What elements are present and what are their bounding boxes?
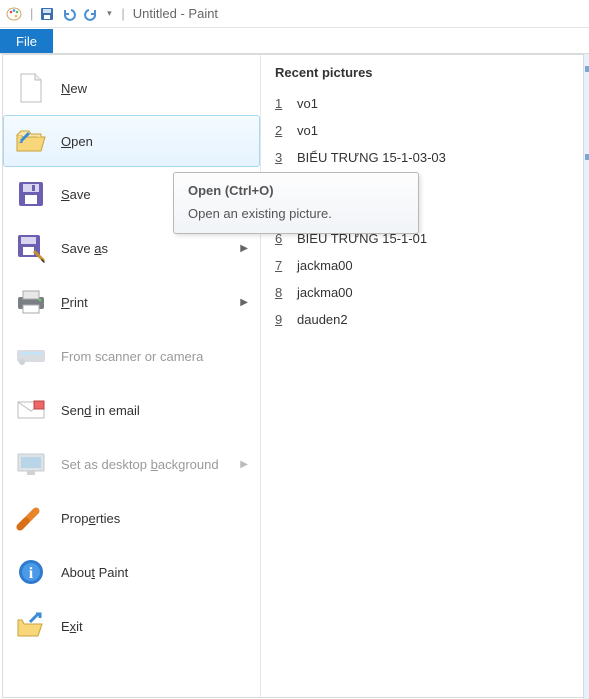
saveas-icon [15,232,47,264]
menu-print-label: Print [61,295,240,310]
qat-separator: | [30,6,33,21]
file-menu: New Open Save Save as ▶ Print [2,54,585,698]
menu-print[interactable]: Print ▶ [3,275,260,329]
recent-item[interactable]: 9dauden2 [275,306,570,333]
menu-about-label: About Paint [61,565,248,580]
ribbon-tab-row: File [0,28,589,54]
recent-item[interactable]: 2vo1 [275,117,570,144]
wallpaper-icon [15,448,47,480]
open-icon [15,125,47,157]
exit-icon [15,610,47,642]
properties-icon [15,502,47,534]
recent-item[interactable]: 3BIỂU TRƯNG 15-1-03-03 [275,144,570,171]
menu-scanner: From scanner or camera [3,329,260,383]
save-icon[interactable] [37,4,57,24]
menu-wallpaper: Set as desktop background ▶ [3,437,260,491]
about-icon: i [15,556,47,588]
menu-scanner-label: From scanner or camera [61,349,248,364]
menu-properties[interactable]: Properties [3,491,260,545]
chevron-right-icon: ▶ [240,243,248,254]
recent-item[interactable]: 7jackma00 [275,252,570,279]
chevron-right-icon: ▶ [240,297,248,308]
recent-header: Recent pictures [275,65,570,80]
file-tab[interactable]: File [0,29,53,53]
menu-open[interactable]: Open [3,115,260,167]
menu-wallpaper-label: Set as desktop background [61,457,240,472]
menu-exit[interactable]: Exit [3,599,260,653]
titlebar: | ▾ | Untitled - Paint [0,0,589,28]
menu-properties-label: Properties [61,511,248,526]
tooltip: Open (Ctrl+O) Open an existing picture. [173,172,419,234]
file-menu-right: Recent pictures 1vo1 2vo1 3BIỂU TRƯNG 15… [261,55,584,697]
new-icon [15,72,47,104]
right-sliver [583,54,589,699]
recent-item[interactable]: 1vo1 [275,90,570,117]
tooltip-body: Open an existing picture. [188,206,404,221]
menu-about[interactable]: i About Paint [3,545,260,599]
menu-saveas-label: Save as [61,241,240,256]
qat-separator-2: | [121,6,124,21]
qat-dropdown-icon[interactable]: ▾ [103,4,115,24]
app-icon [4,4,24,24]
redo-icon[interactable] [81,4,101,24]
recent-item[interactable]: 8jackma00 [275,279,570,306]
tooltip-title: Open (Ctrl+O) [188,183,404,198]
undo-icon[interactable] [59,4,79,24]
print-icon [15,286,47,318]
menu-exit-label: Exit [61,619,248,634]
scanner-icon [15,340,47,372]
menu-email[interactable]: Send in email [3,383,260,437]
email-icon [15,394,47,426]
window-title: Untitled - Paint [133,6,218,21]
svg-text:i: i [29,565,34,582]
file-menu-left: New Open Save Save as ▶ Print [3,55,261,697]
menu-email-label: Send in email [61,403,248,418]
menu-new-label: New [61,81,248,96]
menu-new[interactable]: New [3,61,260,115]
menu-open-label: Open [61,134,248,149]
save-menu-icon [15,178,47,210]
chevron-right-icon: ▶ [240,459,248,470]
